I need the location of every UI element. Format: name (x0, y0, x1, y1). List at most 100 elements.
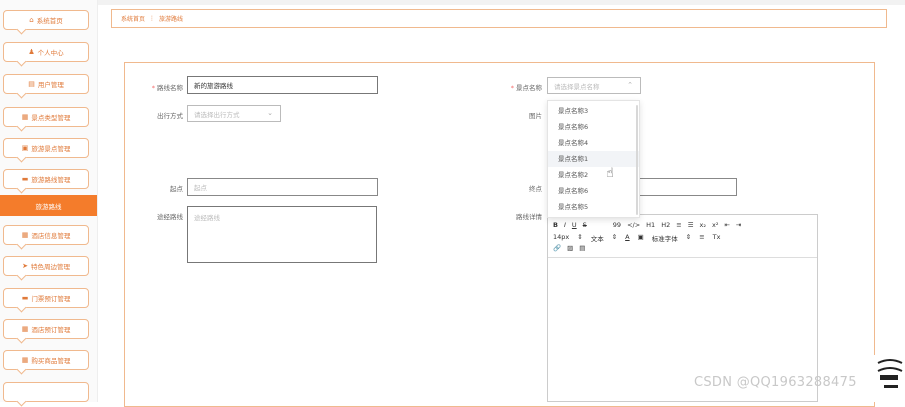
h1-icon[interactable]: H1 (646, 221, 655, 229)
travel-mode-label: 出行方式 (157, 112, 183, 120)
font-family-arrow-icon: ⇕ (685, 233, 692, 241)
bullet-list-icon[interactable]: ☰ (688, 221, 694, 229)
table-icon: ▤ (28, 79, 35, 88)
font-size-select[interactable]: 14px (553, 233, 569, 243)
watermark: CSDN @QQ1963288475 (694, 375, 857, 390)
header-select[interactable]: 文本 (591, 233, 604, 243)
end-label: 终点 (529, 185, 542, 193)
header-arrow-icon: ⇕ (611, 233, 618, 241)
dropdown-option[interactable]: 景点名称2 (548, 167, 639, 183)
background-color-icon[interactable]: ▣ (638, 233, 644, 243)
breadcrumb-current: 旅游路线 (159, 16, 184, 23)
breadcrumb: 系统首页 ⋮ 旅游路线 (111, 9, 887, 28)
font-family-select[interactable]: 标准字体 (652, 233, 678, 243)
sidebar: ⌂ 系统首页 ♟ 个人中心 ▤ 用户管理 ▦ 景点类型管理 ▣ 旅游景点管理 ▬… (0, 0, 98, 402)
sidebar-item-label: 景点类型管理 (31, 114, 71, 122)
hand-cursor-icon: ☝ (606, 166, 614, 181)
home-icon: ⌂ (29, 15, 34, 24)
sidebar-item-purchases[interactable]: ▦ 购买商品管理 (3, 350, 89, 370)
grid-icon: ▦ (21, 230, 29, 239)
dropdown-scrollbar[interactable] (636, 105, 638, 215)
sidebar-item-label: 旅游路线 (35, 202, 62, 211)
font-color-icon[interactable]: A (625, 233, 629, 243)
sidebar-item-label: 旅游路线管理 (31, 176, 71, 184)
video-icon[interactable]: ▤ (579, 244, 585, 252)
indent-icon[interactable]: ⇥ (736, 221, 741, 229)
breadcrumb-separator: ⋮ (149, 15, 156, 22)
corner-logo-icon (874, 355, 904, 402)
calendar-icon: ▣ (21, 143, 29, 152)
subscript-icon[interactable]: x₂ (700, 221, 706, 229)
dropdown-option[interactable]: 景点名称6 (548, 183, 639, 199)
clear-format-icon[interactable]: Tx (713, 233, 721, 243)
grid-icon: ▦ (21, 324, 29, 333)
user-icon: ♟ (28, 47, 35, 56)
font-size-arrow-icon: ⇕ (577, 233, 583, 241)
chevron-up-icon: ⌃ (627, 81, 633, 89)
route-detail-label: 途经路线 (157, 213, 183, 221)
sidebar-item-label: 个人中心 (37, 49, 64, 57)
start-input[interactable]: 起点 (187, 178, 378, 196)
card-icon: ▬ (21, 293, 29, 302)
sidebar-item-users[interactable]: ▤ 用户管理 (3, 74, 89, 94)
scenic-name-dropdown: 景点名称3 景点名称6 景点名称4 景点名称1 景点名称2 景点名称6 景点名称… (547, 100, 640, 218)
code-icon[interactable]: </> (627, 221, 640, 229)
sidebar-item-route-manage[interactable]: ▬ 旅游路线管理 (3, 169, 89, 189)
grid-icon: ▦ (21, 112, 29, 121)
image-label: 图片 (529, 112, 542, 120)
send-icon: ➤ (22, 261, 28, 270)
route-name-label: * 路线名称 (151, 84, 183, 92)
sidebar-item-tickets[interactable]: ▬ 门票预订管理 (3, 288, 89, 308)
editor-toolbar-row1: B I U S 99 </> H1 H2 ≡ ☰ x₂ x² ⇤ ⇥ (553, 221, 741, 229)
dropdown-option-hovered[interactable]: 景点名称1 (548, 151, 639, 167)
scenic-name-placeholder: 请选择景点名称 (554, 82, 600, 91)
sidebar-item-routes[interactable]: 旅游路线 (0, 195, 97, 216)
scenic-name-select[interactable]: 请选择景点名称 ⌃ (547, 77, 641, 94)
sidebar-item-label: 门票预订管理 (31, 295, 71, 303)
sidebar-item-home[interactable]: ⌂ 系统首页 (3, 10, 89, 30)
chevron-down-icon: ⌄ (267, 109, 273, 117)
sidebar-item-profile[interactable]: ♟ 个人中心 (3, 42, 89, 62)
breadcrumb-home[interactable]: 系统首页 (121, 14, 145, 23)
dropdown-option[interactable]: 景点名称6 (548, 119, 639, 135)
h2-icon[interactable]: H2 (661, 221, 670, 229)
sidebar-item-label: 购买商品管理 (31, 357, 71, 365)
dropdown-option[interactable]: 景点名称5 (548, 199, 639, 215)
sidebar-item-scenic-spots[interactable]: ▣ 旅游景点管理 (3, 138, 89, 158)
sidebar-item-label: 酒店信息管理 (31, 232, 71, 240)
quote-icon[interactable]: 99 (613, 221, 621, 229)
ordered-list-icon[interactable]: ≡ (676, 221, 681, 229)
top-bar (97, 0, 905, 5)
align-icon[interactable]: ≡ (699, 233, 704, 243)
travel-mode-select[interactable]: 请选择出行方式 ⌄ (187, 105, 281, 122)
route-detail-textarea[interactable] (187, 206, 377, 263)
sidebar-item-label: 酒店预订管理 (31, 326, 71, 334)
bold-icon[interactable]: B (553, 221, 558, 229)
route-info-label: 路线详情 (516, 213, 542, 221)
sidebar-item-scenic-types[interactable]: ▦ 景点类型管理 (3, 107, 89, 127)
sidebar-item-label: 系统首页 (36, 17, 63, 25)
sidebar-item-more[interactable] (3, 382, 89, 402)
route-name-value: 新的旅游路线 (194, 82, 233, 90)
sidebar-item-hotels[interactable]: ▦ 酒店信息管理 (3, 225, 89, 245)
image-icon[interactable]: ▨ (567, 244, 573, 252)
dropdown-option[interactable]: 景点名称4 (548, 135, 639, 151)
rich-text-editor[interactable]: B I U S 99 </> H1 H2 ≡ ☰ x₂ x² ⇤ ⇥ 14px … (547, 214, 818, 402)
link-icon[interactable]: 🔗 (553, 244, 561, 252)
scenic-name-label: * 景点名称 (510, 84, 542, 92)
sidebar-item-nearby[interactable]: ➤ 特色周边管理 (3, 256, 89, 276)
editor-divider (548, 257, 817, 258)
sidebar-item-label: 特色周边管理 (30, 263, 70, 271)
outdent-icon[interactable]: ⇤ (724, 221, 729, 229)
grid-icon: ▦ (21, 355, 29, 364)
sidebar-item-hotel-booking[interactable]: ▦ 酒店预订管理 (3, 319, 89, 339)
folder-icon: ▬ (21, 174, 29, 183)
route-name-input[interactable]: 新的旅游路线 (187, 76, 378, 94)
strike-icon[interactable]: S (583, 221, 587, 229)
start-label: 起点 (170, 185, 183, 193)
dropdown-option[interactable]: 景点名称3 (548, 103, 639, 119)
editor-toolbar-row2: 14px ⇕ 文本 ⇕ A ▣ 标准字体 ⇕ ≡ Tx (553, 233, 721, 243)
italic-icon[interactable]: I (564, 221, 566, 229)
underline-icon[interactable]: U (572, 221, 577, 229)
superscript-icon[interactable]: x² (712, 221, 718, 229)
